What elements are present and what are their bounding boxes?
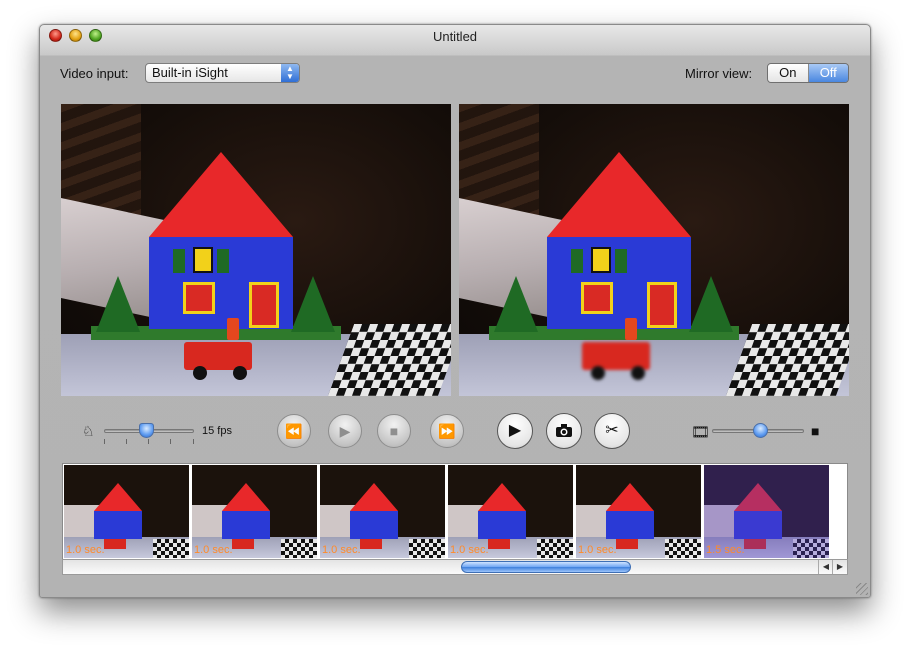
- video-input-value: Built-in iSight: [152, 65, 228, 80]
- rewind-button[interactable]: ⏪: [277, 414, 311, 448]
- snapshot-button[interactable]: [546, 413, 582, 449]
- mirror-on-segment[interactable]: On: [768, 64, 809, 82]
- mirror-view-toggle[interactable]: On Off: [767, 63, 849, 83]
- filmstrip-frame[interactable]: 1.0 sec.: [320, 465, 445, 558]
- fast-forward-button[interactable]: ⏩: [430, 414, 464, 448]
- camera-image: [61, 104, 451, 396]
- filmstrip-frame[interactable]: 1.5 sec.: [704, 465, 829, 558]
- resize-grip-icon[interactable]: [856, 583, 868, 595]
- video-input-popup[interactable]: Built-in iSight ▲ ▼: [145, 63, 300, 83]
- frame-duration: 1.0 sec.: [194, 544, 233, 556]
- title-bar: Untitled: [40, 25, 870, 49]
- popup-arrows-icon: ▲ ▼: [281, 64, 299, 82]
- filmstrip-scrollbar[interactable]: ◀ ▶: [62, 559, 848, 575]
- frame-image: [459, 104, 849, 396]
- frame-duration: 1.0 sec.: [66, 544, 105, 556]
- app-window: Untitled Video input: Built-in iSight ▲ ▼…: [39, 24, 871, 598]
- mirror-off-segment[interactable]: Off: [808, 64, 848, 82]
- filmstrip-icon: 🎞: [691, 424, 711, 441]
- video-input-label: Video input:: [60, 66, 129, 81]
- camera-icon: [556, 424, 572, 437]
- play-button[interactable]: ▶: [328, 414, 362, 448]
- filmstrip[interactable]: 1.0 sec. 1.0 sec. 1.0 sec. 1.0 sec. 1.0 sec.…: [62, 463, 848, 561]
- window-title: Untitled: [432, 29, 478, 44]
- stop-button[interactable]: ■: [377, 414, 411, 448]
- frame-duration: 1.0 sec.: [578, 544, 617, 556]
- fps-slider-ticks: [104, 439, 194, 444]
- frame-duration: 1.0 sec.: [322, 544, 361, 556]
- filmstrip-frame[interactable]: 1.0 sec.: [448, 465, 573, 558]
- movie-camera-icon: ■: [811, 423, 820, 439]
- scroll-left-arrow-icon[interactable]: ◀: [818, 560, 833, 574]
- filmstrip-frame[interactable]: 1.0 sec.: [576, 465, 701, 558]
- frame-duration: 1.5 sec.: [706, 544, 745, 556]
- scissors-icon: ✂: [605, 422, 619, 439]
- cut-button[interactable]: ✂: [594, 413, 630, 449]
- filmstrip-frame[interactable]: 1.0 sec.: [64, 465, 189, 558]
- zoom-slider-knob[interactable]: [752, 423, 768, 438]
- scroll-right-arrow-icon[interactable]: ▶: [832, 560, 847, 574]
- live-camera-preview: [61, 104, 451, 396]
- fps-value: 15 fps: [202, 425, 232, 437]
- slow-tortoise-icon: ♘: [82, 423, 95, 439]
- play-movie-button[interactable]: ▶: [497, 413, 533, 449]
- fps-slider-knob[interactable]: [139, 423, 155, 438]
- filmstrip-frame[interactable]: 1.0 sec.: [192, 465, 317, 558]
- frame-preview: [459, 104, 849, 396]
- scrollbar-thumb[interactable]: [461, 561, 632, 573]
- frame-duration: 1.0 sec.: [450, 544, 489, 556]
- mirror-view-label: Mirror view:: [685, 66, 753, 81]
